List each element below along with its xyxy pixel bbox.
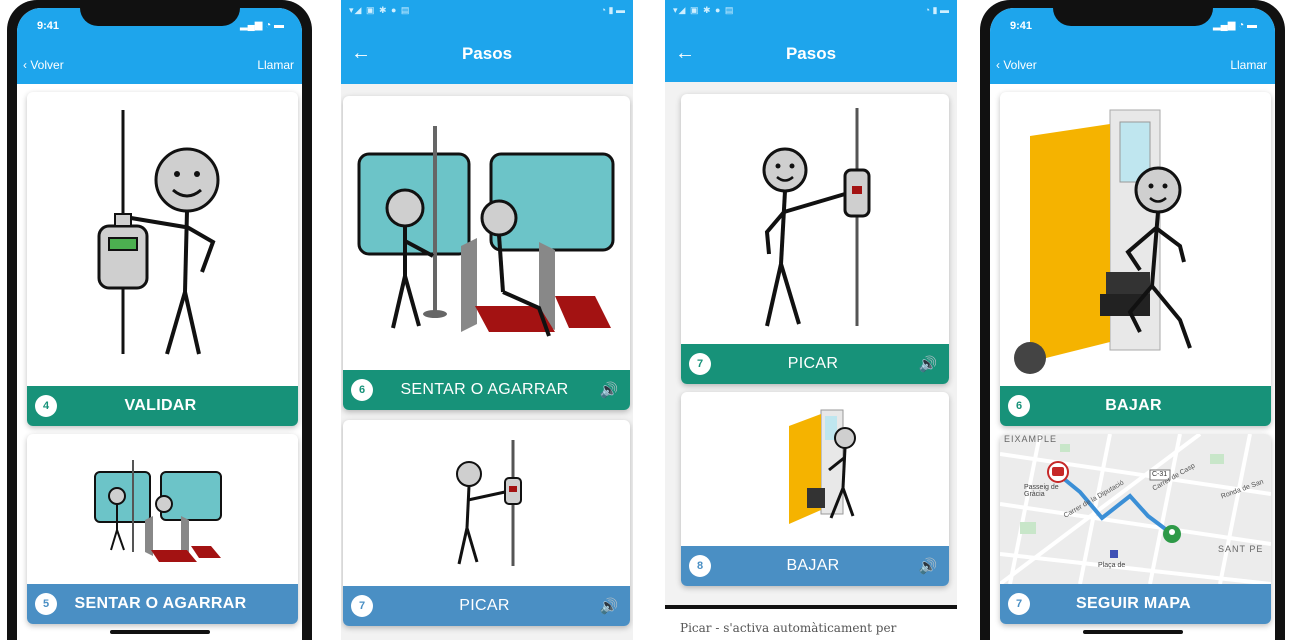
speaker-icon[interactable]: 🔊: [596, 381, 622, 399]
app-bar: ← Pasos: [341, 22, 633, 84]
page-title: Pasos: [461, 44, 513, 63]
step-card[interactable]: 7 PICAR 🔊: [343, 420, 630, 626]
phone-3: ▾◢ ▣ ✱ ● ▤ ◔ ▮ ▬ ← Pasos 7 PICAR 🔊 8 BAJ…: [665, 0, 957, 605]
status-icons-right: ◔ ▮ ▬: [924, 5, 949, 15]
step-bar: 7 PICAR 🔊: [681, 344, 949, 384]
step-card[interactable]: 5 SENTAR O AGARRAR: [27, 434, 298, 624]
step-label: PICAR: [459, 597, 510, 614]
status-time: 9:41: [37, 20, 60, 32]
call-button[interactable]: Llamar: [257, 58, 294, 72]
home-indicator[interactable]: [109, 630, 210, 634]
back-label: Volver: [30, 58, 64, 72]
nav-bar: ‹ Volver Llamar: [990, 48, 1275, 84]
notch: [79, 0, 240, 26]
map-card[interactable]: EIXAMPLE C-31 Passeig de Gràcia Carrer d…: [1000, 434, 1271, 624]
step-bar: 7 SEGUIR MAPA: [1000, 584, 1271, 624]
speaker-icon[interactable]: 🔊: [915, 355, 941, 373]
chevron-left-icon: ‹: [996, 58, 1000, 72]
call-button[interactable]: Llamar: [1230, 58, 1267, 72]
step-bar: 8 BAJAR 🔊: [681, 546, 949, 586]
validate-pictogram: [97, 110, 220, 355]
step-card[interactable]: 6 BAJAR: [1000, 92, 1271, 426]
status-bar: ▾◢ ▣ ✱ ● ▤ ◔ ▮ ▬: [341, 0, 633, 22]
pay-pictogram: [456, 440, 522, 566]
map-square-label: Plaça de: [1098, 562, 1126, 569]
step-card[interactable]: 4 VALIDAR: [27, 92, 298, 426]
step-label: SEGUIR MAPA: [1075, 595, 1191, 612]
step-label: VALIDAR: [124, 397, 197, 414]
status-icons-right: ◔ ▮ ▬: [600, 5, 625, 15]
route-map[interactable]: [1000, 434, 1271, 584]
speaker-icon[interactable]: 🔊: [915, 557, 941, 575]
phone-1: 9:41 ▂▄▆ ◔ ▬ ‹ Volver Llamar 4 VALIDAR 5…: [7, 0, 312, 640]
back-label: Volver: [1003, 58, 1037, 72]
get-off-pictogram: [789, 409, 856, 524]
app-bar: ← Pasos: [665, 22, 957, 82]
back-button[interactable]: ‹ Volver: [996, 58, 1037, 72]
map-area-label: SANT PE: [1218, 544, 1264, 554]
step-number: 8: [689, 555, 711, 577]
home-indicator[interactable]: [1082, 630, 1183, 634]
sit-or-hold-pictogram: [94, 460, 222, 562]
caption-text: Picar - s'activa automàticament per: [680, 621, 897, 635]
step-number: 7: [1008, 593, 1030, 615]
step-number: 7: [351, 595, 373, 617]
get-off-pictogram: [1014, 109, 1192, 374]
step-number: 4: [35, 395, 57, 417]
phone-1-screen: 9:41 ▂▄▆ ◔ ▬ ‹ Volver Llamar 4 VALIDAR 5…: [17, 8, 302, 640]
step-label: SENTAR O AGARRAR: [74, 595, 247, 612]
map-stop-label: Passeig de Gràcia: [1024, 484, 1059, 498]
notch: [1052, 0, 1213, 26]
status-bar: ▾◢ ▣ ✱ ● ▤ ◔ ▮ ▬: [665, 0, 957, 22]
step-bar: 4 VALIDAR: [27, 386, 298, 426]
chevron-left-icon: ‹: [23, 58, 27, 72]
step-bar: 6 BAJAR: [1000, 386, 1271, 426]
map-road-label: C-31: [1152, 471, 1168, 478]
divider: [665, 605, 957, 609]
status-icons-left: ▾◢ ▣ ✱ ● ▤: [349, 5, 411, 15]
signal-wifi-battery-icon: ▂▄▆ ◔ ▬: [1212, 20, 1257, 31]
sit-or-hold-pictogram: [357, 126, 615, 337]
phone-2: ▾◢ ▣ ✱ ● ▤ ◔ ▮ ▬ ← Pasos 6 SENTAR O AGAR…: [341, 0, 633, 640]
phone-4-screen: 9:41 ▂▄▆ ◔ ▬ ‹ Volver Llamar 6 BAJAR EIX…: [990, 8, 1275, 640]
step-card[interactable]: 7 PICAR 🔊: [681, 94, 949, 384]
back-button[interactable]: ‹ Volver: [23, 58, 64, 72]
step-label: BAJAR: [786, 557, 840, 574]
step-bar: 7 PICAR 🔊: [343, 586, 630, 626]
step-number: 5: [35, 593, 57, 615]
step-bar: 5 SENTAR O AGARRAR: [27, 584, 298, 624]
status-time: 9:41: [1010, 20, 1033, 32]
page-title: Pasos: [785, 44, 837, 63]
step-label: BAJAR: [1105, 397, 1162, 414]
pay-pictogram: [762, 108, 871, 327]
step-number: 6: [351, 379, 373, 401]
step-number: 7: [689, 353, 711, 375]
step-label: PICAR: [787, 355, 839, 372]
step-number: 6: [1008, 395, 1030, 417]
map-district-label: EIXAMPLE: [1004, 434, 1058, 444]
phone-4: 9:41 ▂▄▆ ◔ ▬ ‹ Volver Llamar 6 BAJAR EIX…: [980, 0, 1285, 640]
step-bar: 6 SENTAR O AGARRAR 🔊: [343, 370, 630, 410]
nav-bar: ‹ Volver Llamar: [17, 48, 302, 84]
step-card[interactable]: 8 BAJAR 🔊: [681, 392, 949, 586]
step-label: SENTAR O AGARRAR: [400, 381, 569, 398]
step-card[interactable]: 6 SENTAR O AGARRAR 🔊: [343, 96, 630, 410]
speaker-icon[interactable]: 🔊: [596, 597, 622, 615]
signal-wifi-battery-icon: ▂▄▆ ◔ ▬: [239, 20, 284, 31]
status-icons-left: ▾◢ ▣ ✱ ● ▤: [673, 5, 735, 15]
